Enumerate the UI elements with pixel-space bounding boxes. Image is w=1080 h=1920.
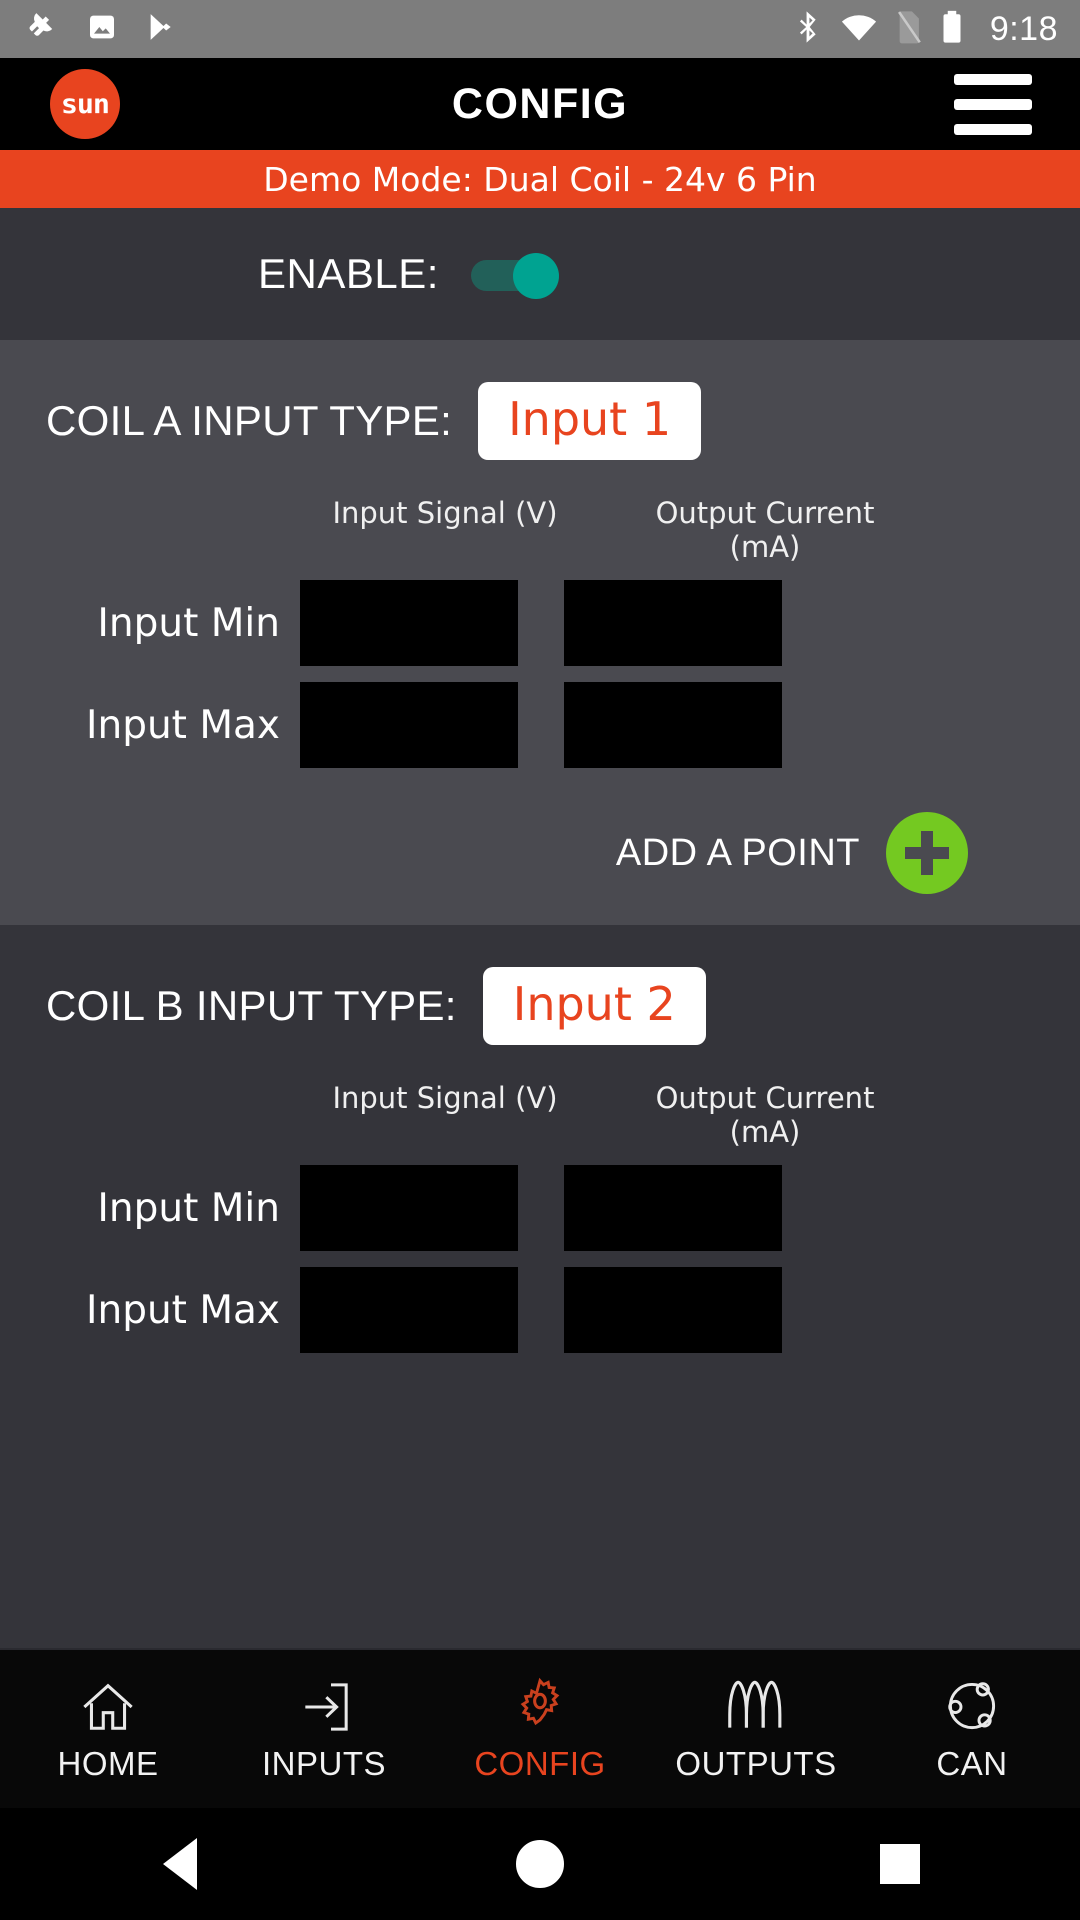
- coil-a-column-header-input-signal: Input Signal (V): [332, 496, 558, 530]
- app-screen: 9:18 sun CONFIG Demo Mode: Dual Coil - 2…: [0, 0, 1080, 1920]
- coil-a-row-input-max: Input Max: [0, 682, 1080, 768]
- back-triangle-icon: [163, 1838, 197, 1890]
- coil-b-header: COIL B INPUT TYPE: Input 2: [0, 925, 1080, 1045]
- add-a-point-label: ADD A POINT: [615, 831, 860, 874]
- nav-item-outputs-label: OUTPUTS: [675, 1745, 837, 1782]
- enable-toggle[interactable]: [470, 253, 559, 299]
- enable-section: ENABLE:: [0, 208, 1080, 340]
- image-icon: [86, 11, 118, 48]
- coil-b-row-label: Input Max: [85, 1287, 280, 1333]
- enable-label: ENABLE:: [258, 250, 439, 297]
- coil-a-input-min-current-field[interactable]: [564, 580, 782, 666]
- coil-a-row-label: Input Min: [97, 600, 280, 646]
- nav-item-home-label: HOME: [57, 1745, 159, 1782]
- coil-b-input-max-current-field[interactable]: [564, 1267, 782, 1353]
- coil-a-input-type-value: Input 1: [508, 392, 672, 446]
- coil-b-label: COIL B INPUT TYPE:: [46, 982, 457, 1029]
- nav-item-inputs[interactable]: INPUTS: [216, 1675, 432, 1783]
- android-system-nav: [0, 1808, 1080, 1920]
- coil-a-add-point[interactable]: ADD A POINT: [0, 812, 1080, 894]
- nav-item-config[interactable]: CONFIG: [432, 1675, 648, 1783]
- plus-vertical-bar: [921, 831, 933, 875]
- coil-b-row-label: Input Min: [97, 1185, 280, 1231]
- coil-a-label: COIL A INPUT TYPE:: [46, 397, 453, 444]
- coil-b-column-headers: Input Signal (V) Output Current (mA): [0, 1081, 1080, 1149]
- home-icon: [79, 1675, 137, 1733]
- nav-item-can[interactable]: CAN: [864, 1675, 1080, 1783]
- coil-b-column-header-output-current: Output Current (mA): [655, 1081, 875, 1149]
- battery-icon: [940, 10, 964, 49]
- coil-a-section: COIL A INPUT TYPE: Input 1 Input Signal …: [0, 340, 1080, 925]
- coil-a-input-min-signal-field[interactable]: [300, 580, 518, 666]
- nav-item-outputs[interactable]: OUTPUTS: [648, 1675, 864, 1783]
- coil-b-row-input-max: Input Max: [0, 1267, 1080, 1353]
- coil-b-input-max-signal-field[interactable]: [300, 1267, 518, 1353]
- arrow-into-box-icon: [296, 1675, 352, 1733]
- coil-a-column-headers: Input Signal (V) Output Current (mA): [0, 496, 1080, 564]
- plus-icon[interactable]: [886, 812, 968, 894]
- waveform-icon: [725, 1675, 787, 1733]
- play-store-icon: [144, 11, 176, 48]
- home-circle-icon: [516, 1840, 564, 1888]
- page-title: CONFIG: [451, 79, 629, 128]
- coil-a-row-label: Input Max: [85, 702, 280, 748]
- gear-icon: [511, 1675, 569, 1733]
- coil-b-input-min-signal-field[interactable]: [300, 1165, 518, 1251]
- coil-a-row-input-min: Input Min: [0, 580, 1080, 666]
- hamburger-bar: [954, 123, 1032, 135]
- recents-square-icon: [880, 1844, 920, 1884]
- nav-item-home[interactable]: HOME: [0, 1675, 216, 1783]
- wrench-icon: [26, 10, 60, 49]
- wifi-icon: [840, 10, 878, 49]
- status-bar-right-icons: 9:18: [794, 10, 1058, 49]
- enable-toggle-thumb: [512, 253, 559, 299]
- coil-a-input-max-current-field[interactable]: [564, 682, 782, 768]
- bottom-navigation: HOME INPUTS CONFIG OUTPUTS CAN: [0, 1648, 1080, 1808]
- hamburger-bar: [954, 98, 1032, 110]
- coil-a-input-max-signal-field[interactable]: [300, 682, 518, 768]
- coil-a-column-header-output-current: Output Current (mA): [655, 496, 875, 564]
- nav-item-inputs-label: INPUTS: [261, 1745, 386, 1782]
- hamburger-bar: [954, 73, 1032, 85]
- status-bar-clock: 9:18: [989, 9, 1058, 48]
- coil-b-input-type-value: Input 2: [512, 977, 676, 1031]
- no-sim-icon: [896, 10, 922, 49]
- demo-mode-banner: Demo Mode: Dual Coil - 24v 6 Pin: [0, 150, 1080, 208]
- bluetooth-icon: [794, 10, 822, 49]
- nav-item-config-label: CONFIG: [474, 1745, 606, 1782]
- android-status-bar: 9:18: [0, 0, 1080, 58]
- app-bar: sun CONFIG: [0, 58, 1080, 150]
- coil-b-row-input-min: Input Min: [0, 1165, 1080, 1251]
- system-back-button[interactable]: [0, 1838, 360, 1890]
- coil-a-input-type-button[interactable]: Input 1: [478, 382, 702, 460]
- hamburger-menu-icon[interactable]: [954, 73, 1032, 135]
- coil-b-column-header-input-signal: Input Signal (V): [332, 1081, 558, 1115]
- coil-b-input-type-button[interactable]: Input 2: [482, 967, 706, 1045]
- nav-item-can-label: CAN: [936, 1745, 1008, 1782]
- system-home-button[interactable]: [360, 1840, 720, 1888]
- coil-b-section: COIL B INPUT TYPE: Input 2 Input Signal …: [0, 925, 1080, 1648]
- coil-b-input-min-current-field[interactable]: [564, 1165, 782, 1251]
- status-bar-left-icons: [26, 10, 176, 49]
- coil-a-header: COIL A INPUT TYPE: Input 1: [0, 340, 1080, 460]
- network-nodes-icon: [944, 1675, 1000, 1733]
- system-recents-button[interactable]: [720, 1844, 1080, 1884]
